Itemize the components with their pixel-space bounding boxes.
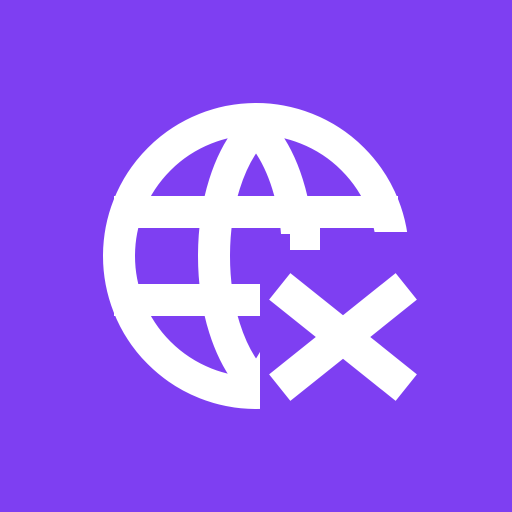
app-icon-tile xyxy=(0,0,512,512)
icon-background xyxy=(0,0,512,512)
globe-off-icon xyxy=(0,0,512,512)
